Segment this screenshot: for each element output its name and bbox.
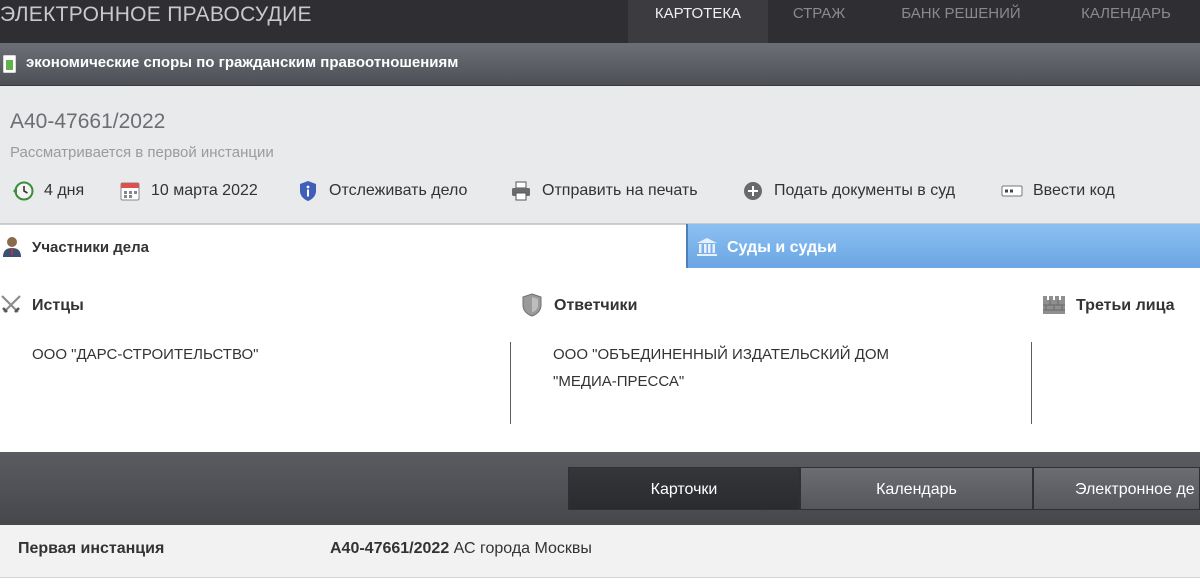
- track-case-label: Отслеживать дело: [329, 182, 468, 199]
- plaintiffs-title: Истцы: [32, 297, 84, 314]
- case-status: Рассматривается в первой инстанции: [10, 144, 274, 161]
- cards-view-button[interactable]: Карточки: [568, 467, 800, 510]
- instance-court: АС города Москвы: [449, 540, 592, 557]
- defendants-title: Ответчики: [554, 297, 638, 314]
- clock-back-icon: [13, 181, 34, 201]
- nav-kartoteka[interactable]: КАРТОТЕКА: [628, 0, 768, 43]
- enter-code-button[interactable]: Ввести код: [1001, 178, 1115, 204]
- hearing-date-label: 10 марта 2022: [151, 182, 258, 199]
- track-case-button[interactable]: Отслеживать дело: [297, 178, 467, 204]
- submit-documents-button[interactable]: Подать документы в суд: [742, 178, 955, 204]
- category-title: экономические споры по гражданским право…: [26, 54, 459, 71]
- days-counter: 4 дня: [12, 178, 84, 204]
- column-divider: [510, 342, 511, 424]
- castle-wall-icon: [1043, 296, 1065, 314]
- code-card-icon: [1001, 185, 1023, 197]
- document-icon: [3, 55, 16, 73]
- shield-icon: [522, 293, 542, 317]
- tab-participants-label: Участники дела: [32, 239, 149, 256]
- hearing-date[interactable]: 10 марта 2022: [119, 178, 258, 204]
- instance-case-number: А40-47661/2022: [330, 540, 450, 557]
- defendant-item[interactable]: ООО "ОБЪЕДИНЕННЫЙ ИЗДАТЕЛЬСКИЙ ДОМ "МЕДИ…: [553, 341, 889, 395]
- tab-courts-judges-label: Суды и судьи: [727, 239, 837, 256]
- calendar-view-button[interactable]: Календарь: [800, 467, 1033, 510]
- calendar-icon: [120, 182, 140, 201]
- case-number: А40-47661/2022: [10, 110, 166, 133]
- instance-row[interactable]: [0, 525, 1200, 578]
- enter-code-label: Ввести код: [1033, 182, 1115, 199]
- nav-strazh[interactable]: СТРАЖ: [768, 0, 870, 43]
- third-parties-title: Третьи лица: [1076, 297, 1175, 314]
- crossed-swords-icon: [1, 295, 21, 313]
- defendant-line-2: "МЕДИА-ПРЕССА": [553, 373, 685, 390]
- nav-kalendar[interactable]: КАЛЕНДАРЬ: [1052, 0, 1200, 43]
- instance-value: А40-47661/2022 АС города Москвы: [330, 540, 592, 558]
- print-label: Отправить на печать: [542, 182, 698, 199]
- brand-logo-text[interactable]: ЭЛЕКТРОННОЕ ПРАВОСУДИЕ: [0, 2, 312, 28]
- print-button[interactable]: Отправить на печать: [510, 178, 698, 204]
- electronic-case-button[interactable]: Электронное де: [1033, 467, 1200, 510]
- instance-label: Первая инстанция: [18, 540, 165, 557]
- plus-circle-icon: [744, 182, 762, 200]
- courthouse-icon: [697, 238, 717, 256]
- days-label: 4 дня: [44, 182, 85, 199]
- submit-documents-label: Подать документы в суд: [774, 182, 956, 199]
- column-divider: [1031, 342, 1032, 424]
- nav-bank-resheniy[interactable]: БАНК РЕШЕНИЙ: [870, 0, 1052, 43]
- defendant-line-1: ООО "ОБЪЕДИНЕННЫЙ ИЗДАТЕЛЬСКИЙ ДОМ: [553, 346, 890, 363]
- printer-icon: [512, 181, 530, 201]
- person-icon: [3, 237, 21, 257]
- shield-info-icon: [300, 181, 316, 201]
- plaintiff-item[interactable]: ООО "ДАРС-СТРОИТЕЛЬСТВО": [32, 341, 258, 368]
